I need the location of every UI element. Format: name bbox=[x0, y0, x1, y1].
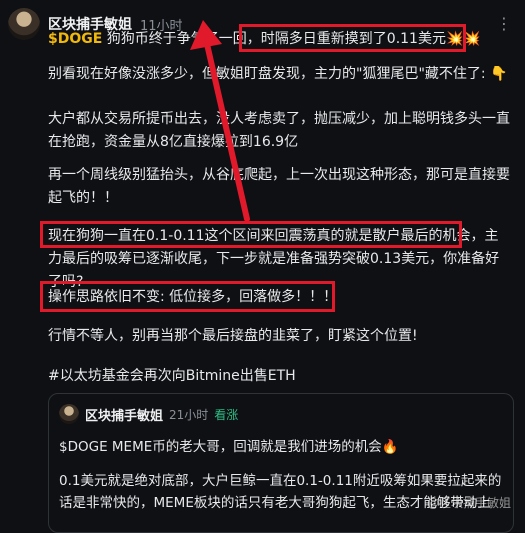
watermark: @区块捕手敏姐 bbox=[426, 496, 511, 510]
highlight-box-3 bbox=[40, 281, 335, 312]
sentiment-tag: 看涨 bbox=[214, 407, 239, 422]
highlight-box-1 bbox=[239, 24, 466, 52]
avatar[interactable] bbox=[8, 8, 40, 40]
paragraph-7: 行情不等人，别再当那个最后接盘的韭菜了，盯紧这个位置! bbox=[48, 328, 418, 344]
paragraph-3: 大户都从交易所提币出去，没人考虑卖了，抛压减少，加上聪明钱多头一直在抢跑，资金量… bbox=[48, 111, 510, 150]
ticker-link[interactable]: $DOGE bbox=[48, 31, 102, 47]
quoted-paragraph-1: $DOGE MEME币的老大哥，回调就是我们进场的机会🔥 bbox=[59, 439, 399, 455]
paragraph-4: 再一个周线级别猛抬头，从谷底爬起，上一次出现这种形态，那可是直接要起飞的！！ bbox=[48, 167, 510, 206]
quoted-post-time: 21小时 bbox=[169, 407, 209, 422]
line1-text: 狗狗币终于争气了一回， bbox=[102, 31, 261, 47]
paragraph-2: 别看现在好像没涨多少，但敏姐盯盘发现，主力的"狐狸尾巴"藏不住了: 👇 bbox=[48, 66, 508, 82]
quoted-post-header: 区块捕手敏姐 21小时 看涨 bbox=[59, 404, 238, 424]
hashtag-link[interactable]: #以太坊基金会再次向Bitmine出售ETH bbox=[48, 365, 510, 388]
quoted-author-name: 区块捕手敏姐 bbox=[85, 408, 164, 424]
highlight-box-2 bbox=[40, 221, 462, 248]
quoted-avatar bbox=[59, 404, 79, 424]
quoted-post[interactable]: 区块捕手敏姐 21小时 看涨 $DOGE MEME币的老大哥，回调就是我们进场的… bbox=[48, 393, 514, 533]
